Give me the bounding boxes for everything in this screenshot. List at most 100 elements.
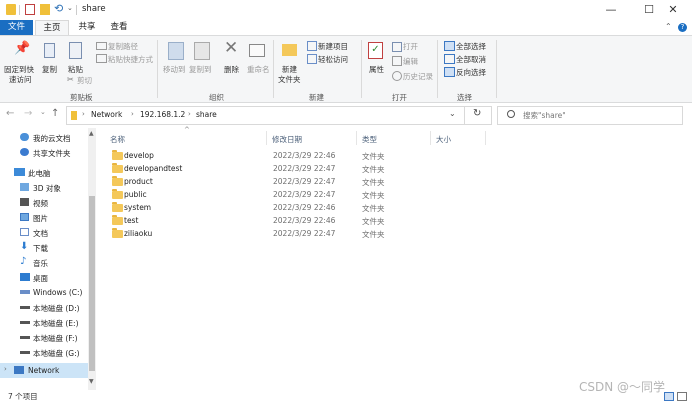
cloud-icon [20,133,29,141]
column-separator[interactable] [266,131,267,145]
file-row[interactable]: develop 2022/3/29 22:46 文件夹 [104,150,444,163]
paste-button[interactable]: 粘贴 [68,64,83,75]
nav-item-drive-d[interactable]: 本地磁盘 (D:) [0,300,88,315]
minimize-button[interactable]: — [592,0,630,20]
nav-item-cloud-docs[interactable]: 我的云文档 [0,130,88,145]
nav-item-downloads[interactable]: ⬇ 下载 [0,240,88,255]
properties-button[interactable]: 属性 [369,64,384,75]
nav-item-documents[interactable]: 文档 [0,225,88,240]
new-folder-qat-icon[interactable] [40,4,50,15]
breadcrumb-network[interactable]: Network [91,110,122,119]
breadcrumb-host[interactable]: 192.168.1.2 [140,110,185,119]
scroll-up-icon[interactable]: ▲ [89,130,94,137]
move-to-button[interactable]: 移动到 [163,64,186,75]
history-button[interactable]: 历史记录 [403,71,433,82]
folder-icon [112,202,123,212]
close-button[interactable]: ✕ [654,0,692,20]
undo-qat-icon[interactable]: ⟲ [54,2,63,15]
column-separator[interactable] [430,131,431,145]
file-name: public [124,190,147,199]
easy-access-button[interactable]: 轻松访问 [318,54,348,65]
organize-group-label: 组织 [209,93,224,102]
column-header-date[interactable]: 修改日期 [272,134,302,145]
tab-file[interactable]: 文件 [0,20,33,35]
file-row[interactable]: test 2022/3/29 22:46 文件夹 [104,215,444,228]
drive-icon [20,290,30,294]
open-button[interactable]: 打开 [403,41,418,52]
file-row[interactable]: system 2022/3/29 22:46 文件夹 [104,202,444,215]
folder-icon [112,215,123,225]
nav-item-label: 下载 [33,244,48,253]
back-arrow-icon[interactable]: ← [6,108,14,119]
column-header-type[interactable]: 类型 [362,134,377,145]
large-icons-view-icon[interactable] [677,392,687,401]
copy-button[interactable]: 复制 [42,64,57,75]
file-date: 2022/3/29 22:46 [273,216,336,225]
tab-view[interactable]: 查看 [104,20,134,35]
file-row[interactable]: public 2022/3/29 22:47 文件夹 [104,189,444,202]
nav-item-desktop[interactable]: 桌面 [0,270,88,285]
cut-button[interactable]: 剪切 [77,75,92,86]
pin-quick-access-label-2[interactable]: 速访问 [9,74,32,85]
select-none-button[interactable]: 全部取消 [456,54,486,65]
properties-qat-icon[interactable] [25,4,35,15]
nav-item-label: 此电脑 [28,169,51,178]
column-header-size[interactable]: 大小 [436,134,451,145]
collapse-ribbon-icon[interactable]: ⌃ [665,22,672,31]
nav-item-label: Network [28,366,60,375]
column-separator[interactable] [485,131,486,145]
search-box[interactable]: 搜索"share" [497,106,683,125]
nav-item-this-pc[interactable]: 此电脑 [0,165,88,180]
rename-button[interactable]: 重命名 [247,64,270,75]
nav-item-drive-f[interactable]: 本地磁盘 (F:) [0,330,88,345]
file-row[interactable]: developandtest 2022/3/29 22:47 文件夹 [104,163,444,176]
scroll-down-icon[interactable]: ▼ [89,378,94,385]
nav-item-pictures[interactable]: 图片 [0,210,88,225]
details-view-icon[interactable] [664,392,674,401]
folder-icon [112,228,123,238]
nav-item-drive-e[interactable]: 本地磁盘 (E:) [0,315,88,330]
forward-arrow-icon[interactable]: → [24,108,32,119]
file-date: 2022/3/29 22:46 [273,203,336,212]
new-folder-icon [282,44,297,56]
column-header-name[interactable]: 名称 [110,134,125,145]
customize-qat-chevron-icon[interactable]: ⌄ [67,4,73,12]
select-none-icon [444,54,455,64]
tab-share[interactable]: 共享 [72,20,102,35]
select-all-button[interactable]: 全部选择 [456,41,486,52]
refresh-icon[interactable]: ↻ [473,108,481,119]
recent-locations-chevron-icon[interactable]: ⌄ [40,108,46,116]
nav-item-videos[interactable]: 视频 [0,195,88,210]
nav-item-3d-objects[interactable]: 3D 对象 [0,180,88,195]
help-icon[interactable]: ? [678,23,687,32]
nav-item-drive-g[interactable]: 本地磁盘 (G:) [0,345,88,360]
paste-shortcut-button[interactable]: 粘贴快捷方式 [108,54,153,65]
tab-home[interactable]: 主页 [35,20,69,36]
edit-button[interactable]: 编辑 [403,56,418,67]
file-name: product [124,177,153,186]
nav-item-music[interactable]: ♪ 音乐 [0,255,88,270]
nav-item-shared-folder[interactable]: 共享文件夹 [0,145,88,160]
new-item-button[interactable]: 新建项目 [318,41,348,52]
up-arrow-icon[interactable]: ↑ [51,108,59,119]
file-row[interactable]: ziliaoku 2022/3/29 22:47 文件夹 [104,228,444,241]
pictures-icon [20,213,29,221]
file-name: system [124,203,152,212]
ribbon: 📌 固定到快 速访问 复制 粘贴 复制路径 粘贴快捷方式 ✂ 剪切 剪贴板 移动… [0,35,692,103]
explorer-icon [6,4,16,15]
nav-item-network[interactable]: › Network [0,363,88,378]
breadcrumb-share[interactable]: share [196,110,217,119]
nav-scrollbar-thumb[interactable] [89,196,95,371]
file-row[interactable]: product 2022/3/29 22:47 文件夹 [104,176,444,189]
new-folder-button-2[interactable]: 文件夹 [278,74,301,85]
nav-item-drive-c[interactable]: Windows (C:) [0,285,88,300]
copy-path-button[interactable]: 复制路径 [108,41,138,52]
nav-item-label: 3D 对象 [33,184,61,193]
address-dropdown-chevron-icon[interactable]: ⌄ [449,109,456,118]
address-bar[interactable]: › Network › 192.168.1.2 › share ⌄ ↻ [66,106,492,125]
column-separator[interactable] [356,131,357,145]
delete-button[interactable]: 删除 [224,64,239,75]
easy-access-icon [307,54,317,64]
invert-selection-button[interactable]: 反向选择 [456,67,486,78]
copy-to-button[interactable]: 复制到 [189,64,212,75]
